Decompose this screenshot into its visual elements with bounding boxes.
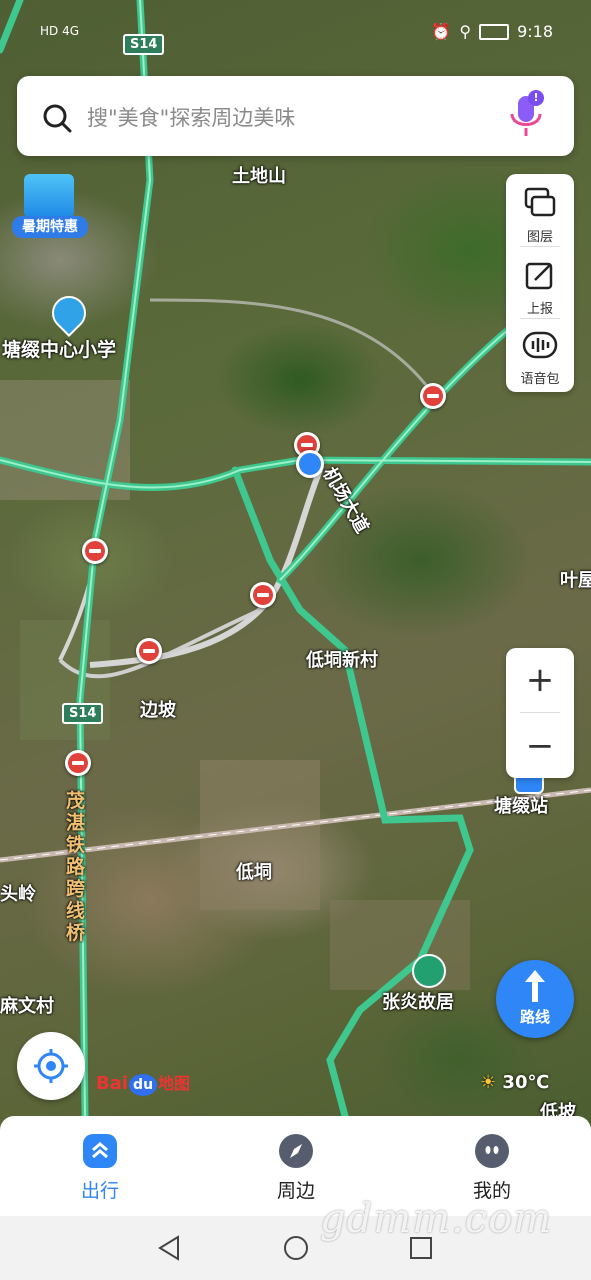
watermark: gdmm.com (320, 1196, 553, 1242)
tab-travel[interactable]: 出行 (40, 1134, 160, 1203)
divider (520, 712, 560, 713)
weather-indicator[interactable]: ☀ 30℃ (480, 1072, 549, 1093)
promo-image-icon (24, 174, 74, 218)
location-status-icon: ⚲ (459, 22, 472, 41)
road-closed-icon[interactable] (250, 582, 276, 608)
map-tools: 图层 上报 语音包 (506, 174, 574, 392)
tab-nearby[interactable]: 周边 (236, 1134, 356, 1203)
bridge-label: 茂湛铁路跨线桥 (66, 790, 86, 944)
tab-profile[interactable]: 我的 (432, 1134, 552, 1203)
report-button[interactable]: 上报 (506, 250, 574, 320)
report-icon (525, 262, 553, 290)
divider (520, 318, 560, 319)
logo-map-text: 地图 (158, 1074, 191, 1093)
logo-paw: du (129, 1074, 158, 1096)
route-label: 路线 (519, 1008, 550, 1026)
back-icon[interactable] (156, 1234, 182, 1262)
status-time: 9:18 (517, 22, 553, 41)
road-closed-icon[interactable] (82, 538, 108, 564)
voice-pack-button[interactable]: 语音包 (506, 320, 574, 390)
place-label: 边坡 (140, 700, 176, 721)
baidu-map-logo: Bai du 地图 (96, 1070, 190, 1096)
alarm-icon: ⏰ (431, 22, 452, 41)
temperature: 30℃ (502, 1072, 550, 1093)
highway-shield: S14 (62, 703, 104, 724)
route-arrow-icon (525, 970, 545, 1002)
landmark-icon (412, 954, 446, 988)
divider (520, 246, 560, 247)
battery-icon (479, 23, 510, 40)
tab-label: 出行 (80, 1180, 119, 1202)
promo-label: 暑期特惠 (12, 216, 88, 238)
place-label: 土地山 (232, 166, 286, 187)
layers-button[interactable]: 图层 (506, 178, 574, 248)
place-label: 头岭 (0, 884, 36, 905)
school-label[interactable]: 塘缀中心小学 (2, 335, 116, 362)
compass-icon (279, 1134, 313, 1168)
place-label: 低垌新村 (306, 650, 378, 671)
search-input[interactable]: 搜"美食"探索周边美味 (87, 102, 295, 132)
station-label[interactable]: 塘缀站 (494, 792, 548, 818)
search-icon (43, 104, 72, 133)
place-label: 低垌 (236, 862, 272, 883)
road-closed-icon[interactable] (420, 383, 446, 409)
route-button[interactable]: 路线 (496, 960, 574, 1038)
voice-pack-icon (522, 331, 558, 359)
profile-icon (475, 1134, 509, 1168)
search-bar[interactable]: 搜"美食"探索周边美味 ! (17, 76, 574, 156)
place-label: 叶屋 (560, 570, 591, 591)
crosshair-icon (34, 1049, 68, 1083)
zoom-out-button[interactable]: − (506, 714, 574, 778)
locate-me-button[interactable] (17, 1032, 85, 1100)
zoom-in-button[interactable]: + (506, 648, 574, 712)
summer-promo[interactable]: 暑期特惠 (12, 174, 88, 238)
layers-label: 图层 (526, 230, 553, 245)
poi-label[interactable]: 张炎故居 (382, 988, 454, 1014)
zoom-control: + − (506, 648, 574, 778)
signal-indicator: HD 4G (40, 24, 80, 38)
road-closed-icon[interactable] (65, 750, 91, 776)
place-label: 麻文村 (0, 996, 54, 1017)
voice-pack-label: 语音包 (520, 372, 560, 387)
home-icon[interactable] (282, 1234, 310, 1262)
sun-icon: ☀ (480, 1072, 497, 1093)
travel-icon (83, 1134, 117, 1168)
logo-text: Bai (96, 1073, 129, 1094)
road-closed-icon[interactable] (136, 638, 162, 664)
notification-badge: ! (528, 90, 544, 106)
layers-icon (524, 187, 556, 217)
status-bar: HD 4G ⏰ ⚲ 9:18 (0, 0, 591, 64)
report-label: 上报 (526, 302, 553, 317)
